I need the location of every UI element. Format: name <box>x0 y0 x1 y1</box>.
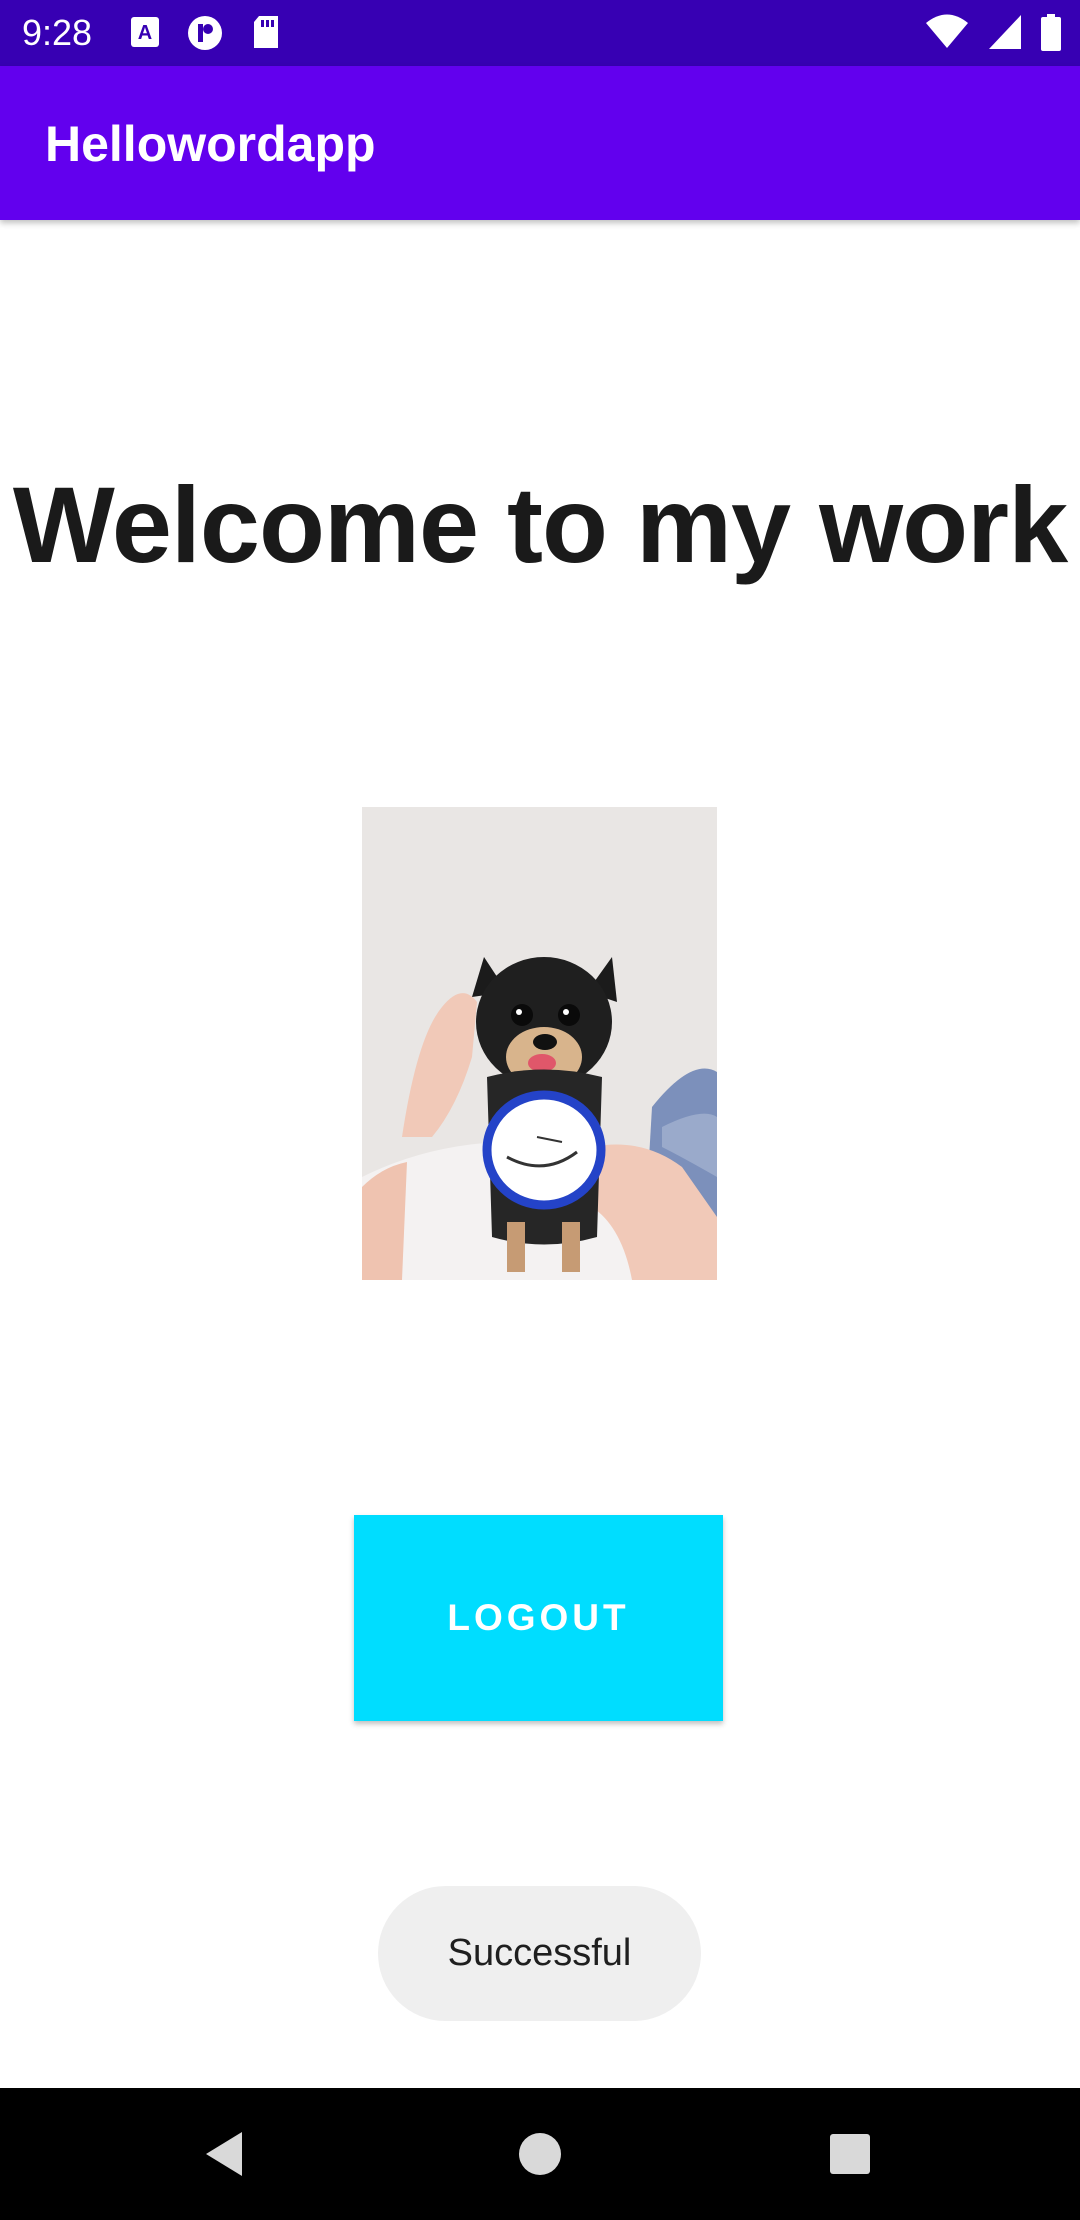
status-right-icons <box>911 14 1062 52</box>
recents-icon <box>830 2134 870 2174</box>
home-icon <box>519 2133 561 2175</box>
recents-button[interactable] <box>784 2088 916 2220</box>
status-bar: 9:28 A <box>0 0 1080 66</box>
welcome-heading: Welcome to my work <box>12 464 1068 585</box>
home-button[interactable] <box>474 2088 606 2220</box>
wifi-icon <box>926 14 969 48</box>
nav-bar <box>0 2088 1080 2220</box>
svg-text:A: A <box>138 22 152 44</box>
cell-signal-icon <box>988 15 1021 49</box>
notification-p-icon <box>188 16 223 50</box>
status-left-icons: A <box>130 15 303 51</box>
toast-message: Successful <box>378 1886 701 2021</box>
battery-icon <box>1041 14 1061 51</box>
dog-photo <box>362 807 717 1280</box>
logout-button[interactable]: LOGOUT <box>354 1515 723 1721</box>
sd-card-icon <box>253 16 278 48</box>
app-bar: Hellowordapp <box>0 66 1080 220</box>
back-button[interactable] <box>160 2088 292 2220</box>
back-icon <box>206 2132 242 2176</box>
status-time: 9:28 <box>22 12 93 53</box>
keyboard-a-icon: A <box>131 17 159 47</box>
app-title: Hellowordapp <box>45 116 376 172</box>
